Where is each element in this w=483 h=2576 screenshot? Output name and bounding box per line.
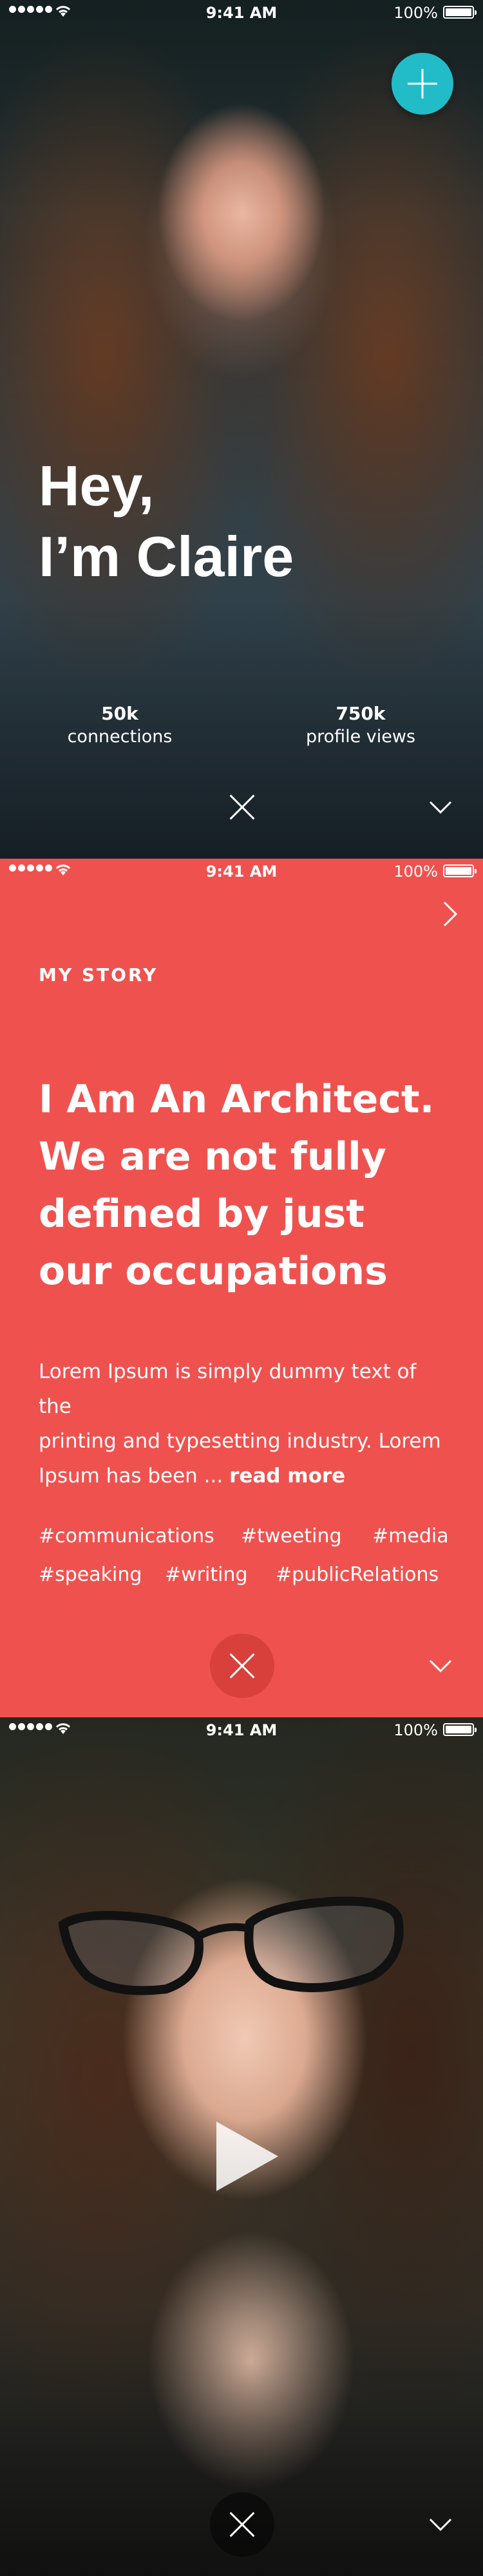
stat-profile-views: 750k profile views — [305, 703, 416, 747]
hashtag[interactable]: #media — [372, 1517, 449, 1556]
status-bar: 9:41 AM 100% — [0, 0, 483, 26]
battery-icon — [443, 1723, 477, 1736]
battery-icon — [443, 864, 477, 877]
section-eyebrow: MY STORY — [39, 964, 158, 985]
stat-connections: 50k connections — [67, 703, 173, 747]
hashtag[interactable]: #writing — [165, 1556, 248, 1594]
story-body: Lorem Ipsum is simply dummy text of the … — [39, 1360, 441, 1488]
battery-percentage: 100% — [393, 863, 438, 881]
status-bar: 9:41 AM 100% — [0, 1717, 483, 1743]
hashtag[interactable]: #tweeting — [241, 1517, 342, 1556]
add-icon[interactable] — [392, 53, 453, 115]
video-screen: 9:41 AM 100% — [0, 1717, 483, 2576]
close-icon[interactable] — [210, 1634, 274, 1698]
story-headline: I Am An Architect. We are not fully defi… — [39, 1077, 435, 1294]
battery-icon — [443, 6, 477, 19]
read-more-link[interactable]: read more — [229, 1464, 345, 1488]
greeting-title: Hey, I’m Claire — [39, 454, 294, 588]
battery-percentage: 100% — [393, 1721, 438, 1739]
status-bar: 9:41 AM 100% — [0, 859, 483, 884]
chevron-down-icon[interactable] — [421, 2505, 460, 2544]
chevron-down-icon[interactable] — [421, 1647, 460, 1685]
story-screen: 9:41 AM 100% MY STORY I Am An Architect.… — [0, 859, 483, 1717]
hashtag[interactable]: #speaking — [39, 1556, 142, 1594]
hashtag[interactable]: #communications — [39, 1517, 214, 1556]
hashtag[interactable]: #publicRelations — [276, 1556, 439, 1594]
battery-percentage: 100% — [393, 4, 438, 22]
close-icon[interactable] — [210, 2492, 274, 2557]
play-icon[interactable] — [211, 2118, 282, 2195]
chevron-down-icon[interactable] — [421, 788, 460, 826]
glasses-graphic — [58, 1896, 404, 1995]
profile-screen: 9:41 AM 100% Hey, I’m Claire 50k connect… — [0, 0, 483, 859]
chevron-right-icon[interactable] — [430, 895, 469, 933]
close-icon[interactable] — [210, 775, 274, 839]
